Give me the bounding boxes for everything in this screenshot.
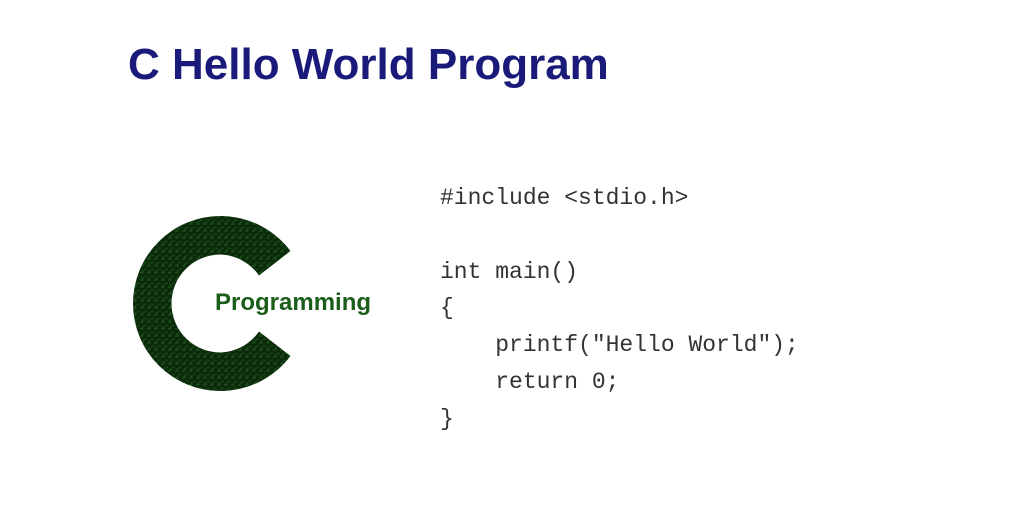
content-row: Programming #include <stdio.h> int main(… (0, 170, 1024, 438)
code-block: #include <stdio.h> int main() { printf("… (440, 170, 799, 438)
page-title: C Hello World Program (128, 40, 609, 90)
logo-area: Programming (0, 184, 440, 424)
code-line: { (440, 295, 454, 321)
code-line: #include <stdio.h> (440, 185, 688, 211)
code-line: } (440, 406, 454, 432)
logo-label: Programming (215, 289, 371, 317)
code-line: return 0; (440, 369, 619, 395)
code-line: printf("Hello World"); (440, 332, 799, 358)
code-line: int main() (440, 259, 578, 285)
